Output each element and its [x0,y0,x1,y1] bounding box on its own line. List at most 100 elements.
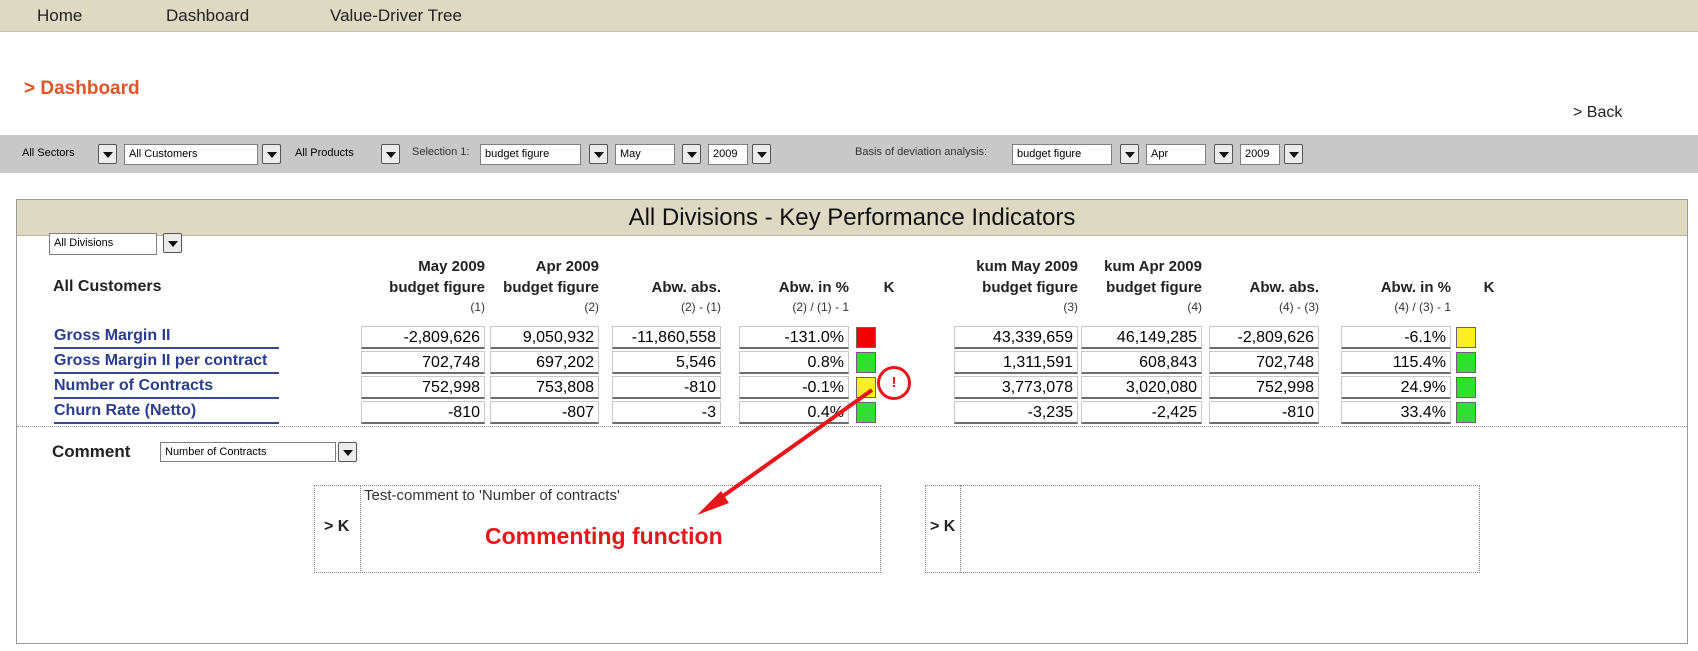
products-dropdown-icon[interactable] [381,144,400,164]
table-cell: 9,050,932 [490,326,599,349]
status-flag-green [856,352,876,373]
col-header-sub: (3) [1063,300,1078,314]
col-header-sub: (4) / (3) - 1 [1394,300,1451,314]
status-flag-red [856,327,876,348]
table-cell: -131.0% [739,326,849,349]
table-cell: -2,425 [1081,401,1202,424]
table-cell: 43,339,659 [954,326,1078,349]
selection-year-dropdown-icon[interactable] [752,144,771,164]
table-cell: -810 [612,376,721,399]
table-cell: 753,808 [490,376,599,399]
table-cell: -810 [1209,401,1319,424]
back-link[interactable]: > Back [1573,104,1622,122]
col-header-sub: (2) - (1) [681,300,721,314]
status-flag-yellow [856,377,876,398]
col-header-line2: Abw. in % [778,279,849,296]
basis-month-select[interactable]: Apr [1146,144,1206,165]
customers-dropdown-icon[interactable] [262,144,281,164]
comment-kpi-dropdown-icon[interactable] [338,442,357,462]
panel-title: All Divisions - Key Performance Indicato… [17,200,1687,236]
row-label[interactable]: Gross Margin II [54,326,279,349]
table-cell: 702,748 [1209,351,1319,374]
col-header-k: K [1483,279,1495,296]
row-label[interactable]: Gross Margin II per contract [54,351,279,374]
selection-figure-dropdown-icon[interactable] [589,144,608,164]
basis-month-dropdown-icon[interactable] [1214,144,1233,164]
col-header-line1: Apr 2009 [535,258,599,275]
sectors-select[interactable]: All Sectors [22,144,94,165]
page-title: > Dashboard [24,78,140,99]
col-header-line1 [1209,256,1319,277]
k-link-right[interactable]: > K [930,518,955,536]
status-flag-green [856,402,876,423]
menu-dashboard[interactable]: Dashboard [166,6,249,26]
col-header-line1 [739,256,849,277]
table-cell: 702,748 [361,351,485,374]
selection-figure-select[interactable]: budget figure [480,144,581,165]
selection-year-select[interactable]: 2009 [708,144,748,165]
col-header-sub: (4) [1187,300,1202,314]
table-cell: 3,020,080 [1081,376,1202,399]
basis-figure-select[interactable]: budget figure [1012,144,1112,165]
comment-kpi-select[interactable]: Number of Contracts [160,442,336,462]
divider [17,426,1687,427]
products-select[interactable]: All Products [295,144,377,165]
table-cell: 752,998 [361,376,485,399]
col-header-line2: budget figure [389,279,485,296]
division-dropdown-icon[interactable] [163,233,182,253]
table-cell: 5,546 [612,351,721,374]
divider [960,485,961,573]
sectors-dropdown-icon[interactable] [98,144,117,164]
table-cell: 608,843 [1081,351,1202,374]
col-header-line1: kum Apr 2009 [1104,258,1202,275]
selection-label: Selection 1: [412,146,470,158]
selection-month-select[interactable]: May [615,144,675,165]
comment-marker[interactable]: ! [877,366,911,400]
table-cell: 46,149,285 [1081,326,1202,349]
col-header-line2: Abw. abs. [1249,279,1319,296]
table-cell: -807 [490,401,599,424]
basis-year-dropdown-icon[interactable] [1284,144,1303,164]
comment-text-right[interactable] [965,487,1475,571]
col-header-line2: Abw. in % [1380,279,1451,296]
table-cell: -0.1% [739,376,849,399]
col-header-sub: (1) [470,300,485,314]
status-flag-green [1456,377,1476,398]
table-cell: 33.4% [1341,401,1451,424]
annotation-label: Commenting function [485,523,723,549]
selection-month-dropdown-icon[interactable] [682,144,701,164]
top-menu-bar: Home Dashboard Value-Driver Tree [0,0,1698,32]
table-cell: 115.4% [1341,351,1451,374]
status-flag-green [1456,352,1476,373]
col-header-line2: budget figure [503,279,599,296]
basis-figure-dropdown-icon[interactable] [1120,144,1139,164]
customers-select[interactable]: All Customers [124,144,258,165]
customer-heading: All Customers [53,278,162,295]
table-cell: 0.8% [739,351,849,374]
table-cell: -6.1% [1341,326,1451,349]
table-cell: 0.4% [739,401,849,424]
basis-label: Basis of deviation analysis: [855,146,988,158]
basis-year-select[interactable]: 2009 [1240,144,1280,165]
col-header-line2: Abw. abs. [651,279,721,296]
row-label[interactable]: Number of Contracts [54,376,279,399]
col-header-k: K [883,279,895,296]
status-flag-yellow [1456,327,1476,348]
table-cell: -2,809,626 [361,326,485,349]
table-cell: -810 [361,401,485,424]
status-flag-green [1456,402,1476,423]
col-header-sub: (4) - (3) [1279,300,1319,314]
row-label[interactable]: Churn Rate (Netto) [54,401,279,424]
col-header-sub: (2) [584,300,599,314]
menu-home[interactable]: Home [37,6,82,26]
table-cell: 24.9% [1341,376,1451,399]
col-header-sub: (2) / (1) - 1 [792,300,849,314]
table-cell: 1,311,591 [954,351,1078,374]
col-header-line1 [1341,256,1451,277]
menu-value-driver-tree[interactable]: Value-Driver Tree [330,6,462,26]
k-link-left[interactable]: > K [324,518,349,536]
table-cell: -2,809,626 [1209,326,1319,349]
table-cell: -11,860,558 [612,326,721,349]
col-header-line1: kum May 2009 [976,258,1078,275]
division-select[interactable]: All Divisions [49,233,157,255]
